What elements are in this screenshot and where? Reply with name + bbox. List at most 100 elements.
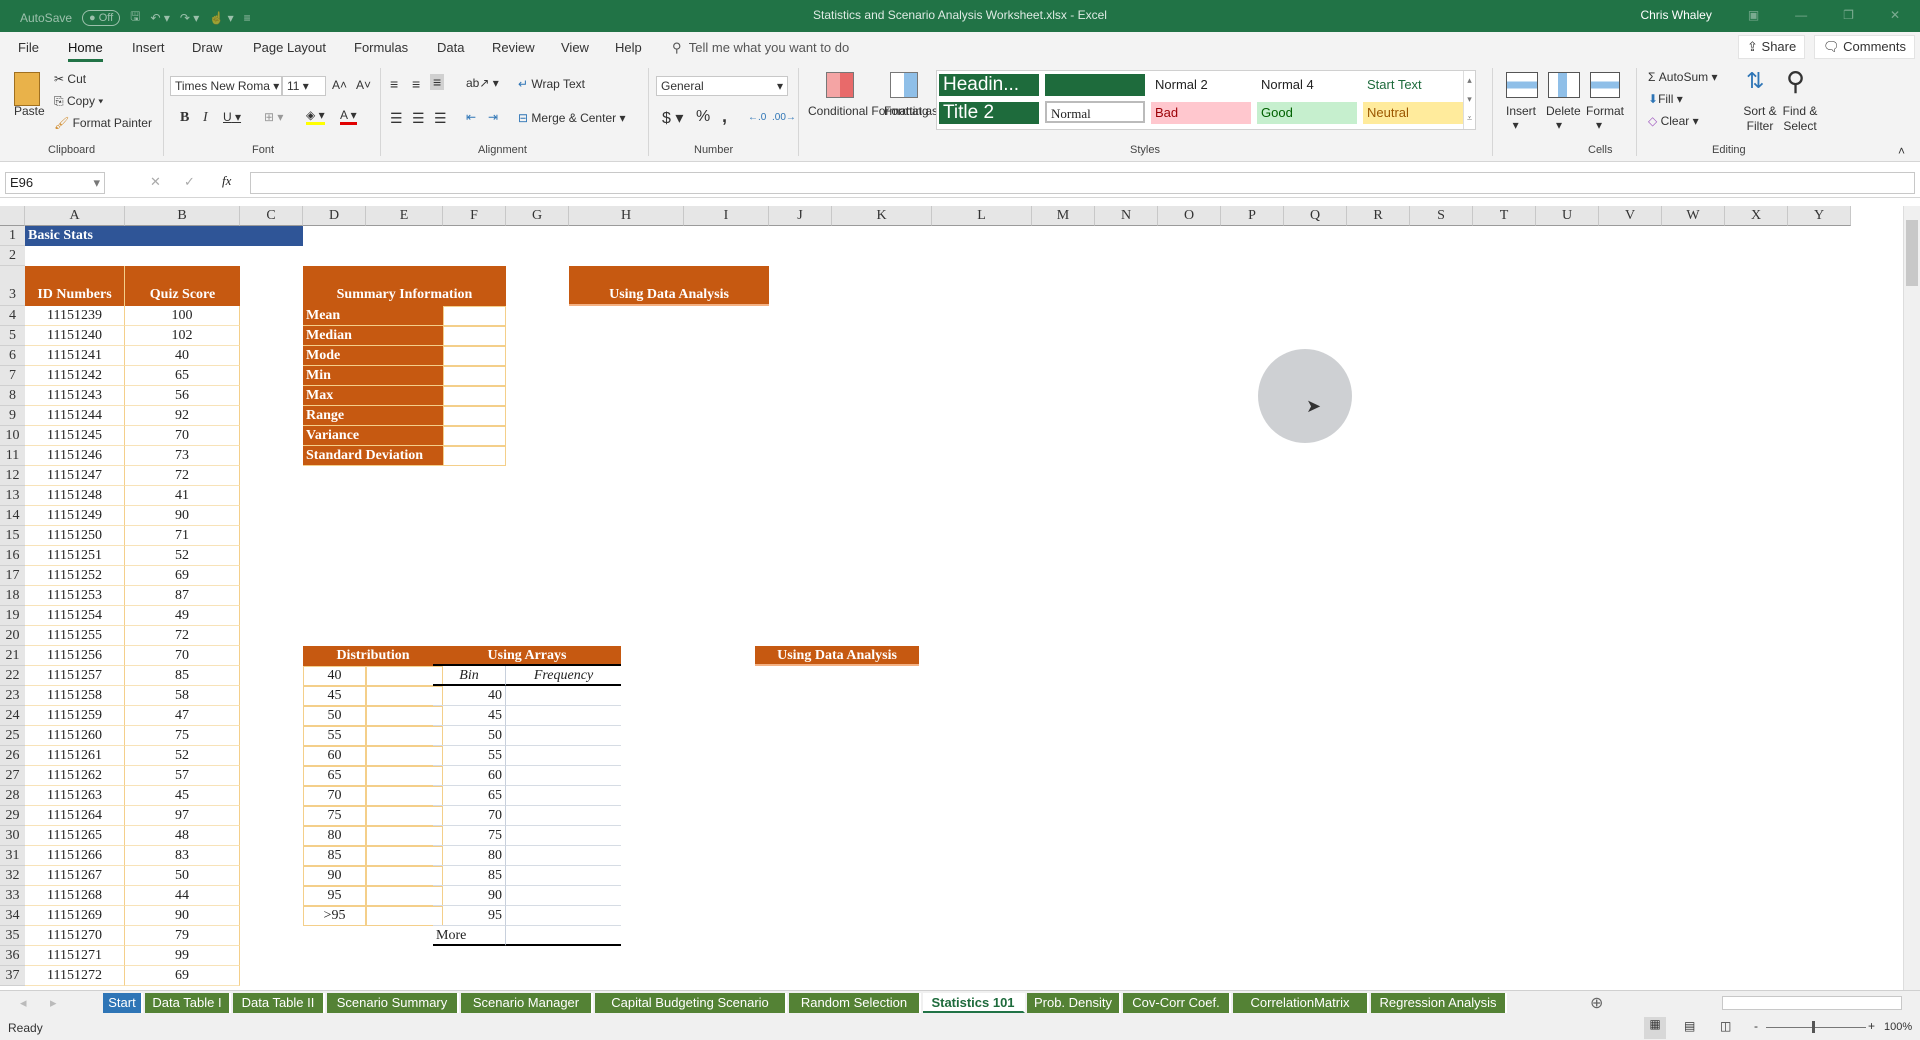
distribution-count-cell[interactable] [366,846,443,866]
id-number-cell[interactable]: 11151254 [25,606,125,626]
row-header[interactable]: 3 [0,266,25,306]
minimize-icon[interactable]: — [1795,8,1807,22]
menu-home[interactable]: Home [68,40,103,62]
wrap-text-button[interactable]: ↵ Wrap Text [518,77,585,91]
menu-review[interactable]: Review [492,40,535,55]
sheet-tab[interactable]: Prob. Density [1027,993,1121,1013]
arrays-bin-cell[interactable]: 45 [433,706,506,726]
id-number-cell[interactable]: 11151250 [25,526,125,546]
id-number-cell[interactable]: 11151251 [25,546,125,566]
summary-value-cell[interactable] [443,446,506,466]
arrays-frequency-cell[interactable] [506,766,621,786]
increase-indent-icon[interactable]: ⇥ [488,110,498,124]
arrays-bin-cell[interactable]: 65 [433,786,506,806]
column-header[interactable]: C [240,206,303,226]
menu-insert[interactable]: Insert [132,40,165,55]
sheet-tab[interactable]: CorrelationMatrix [1233,993,1369,1013]
id-number-cell[interactable]: 11151248 [25,486,125,506]
quiz-score-cell[interactable]: 71 [125,526,240,546]
row-header[interactable]: 12 [0,466,25,486]
increase-font-icon[interactable]: A˄ [332,78,347,92]
column-header[interactable]: B [125,206,240,226]
row-header[interactable]: 1 [0,226,25,246]
zoom-slider[interactable] [1766,1027,1866,1028]
id-number-cell[interactable]: 11151249 [25,506,125,526]
id-number-cell[interactable]: 11151253 [25,586,125,606]
user-name[interactable]: Chris Whaley [1640,8,1711,22]
arrays-bin-cell[interactable]: 80 [433,846,506,866]
id-number-cell[interactable]: 11151258 [25,686,125,706]
quiz-score-cell[interactable]: 41 [125,486,240,506]
quiz-score-cell[interactable]: 52 [125,746,240,766]
id-number-cell[interactable]: 11151255 [25,626,125,646]
arrays-bin-cell[interactable]: 70 [433,806,506,826]
menu-draw[interactable]: Draw [192,40,222,55]
style-heading[interactable]: Headin... [939,74,1039,96]
row-header[interactable]: 28 [0,786,25,806]
column-header[interactable]: R [1347,206,1410,226]
column-header[interactable]: K [832,206,932,226]
id-number-cell[interactable]: 11151246 [25,446,125,466]
row-header[interactable]: 32 [0,866,25,886]
id-number-cell[interactable]: 11151262 [25,766,125,786]
formula-input[interactable] [250,172,1915,194]
ribbon-display-icon[interactable]: ▣ [1748,8,1759,22]
column-header[interactable]: Q [1284,206,1347,226]
arrays-frequency-cell[interactable] [506,866,621,886]
style-bad[interactable]: Bad [1151,102,1251,124]
quiz-score-cell[interactable]: 75 [125,726,240,746]
quiz-score-cell[interactable]: 65 [125,366,240,386]
column-header[interactable]: L [932,206,1032,226]
quiz-score-cell[interactable]: 47 [125,706,240,726]
summary-value-cell[interactable] [443,306,506,326]
column-header[interactable]: A [25,206,125,226]
id-number-cell[interactable]: 11151242 [25,366,125,386]
tell-me-search[interactable]: ⚲ Tell me what you want to do [672,40,849,56]
decrease-indent-icon[interactable]: ⇤ [466,110,476,124]
number-format-select[interactable]: General ▾ [656,76,788,96]
id-number-cell[interactable]: 11151271 [25,946,125,966]
quiz-score-cell[interactable]: 99 [125,946,240,966]
fill-button[interactable]: ⬇Fill ▾ [1648,92,1683,106]
arrays-bin-cell[interactable]: 95 [433,906,506,926]
enter-icon[interactable]: ✓ [184,174,195,190]
row-header[interactable]: 23 [0,686,25,706]
quiz-score-cell[interactable]: 90 [125,906,240,926]
id-number-cell[interactable]: 11151272 [25,966,125,986]
insert-cells-button[interactable]: Insert ▾ [1506,104,1536,132]
arrays-frequency-cell[interactable] [506,826,621,846]
quiz-score-cell[interactable]: 50 [125,866,240,886]
arrays-frequency-cell[interactable] [506,706,621,726]
sort-filter-button[interactable]: Sort & Filter [1740,104,1780,134]
distribution-bin-cell[interactable]: 95 [303,886,366,906]
distribution-count-cell[interactable] [366,806,443,826]
quiz-score-cell[interactable]: 52 [125,546,240,566]
column-header[interactable]: V [1599,206,1662,226]
row-header[interactable]: 29 [0,806,25,826]
row-header[interactable]: 27 [0,766,25,786]
menu-page-layout[interactable]: Page Layout [253,40,326,55]
column-header[interactable]: H [569,206,684,226]
style-normal-2[interactable]: Normal 2 [1151,74,1251,96]
id-number-cell[interactable]: 11151269 [25,906,125,926]
sheet-tab[interactable]: Data Table I [145,993,231,1013]
quiz-score-cell[interactable]: 58 [125,686,240,706]
summary-value-cell[interactable] [443,326,506,346]
underline-button[interactable]: U ▾ [223,110,241,124]
increase-decimal-icon[interactable]: ←.0 [748,112,766,123]
id-number-cell[interactable]: 11151247 [25,466,125,486]
quiz-score-cell[interactable]: 87 [125,586,240,606]
summary-value-cell[interactable] [443,406,506,426]
percent-button[interactable]: % [696,108,710,126]
id-number-cell[interactable]: 11151257 [25,666,125,686]
summary-value-cell[interactable] [443,386,506,406]
arrays-frequency-cell[interactable] [506,846,621,866]
arrays-bin-cell[interactable]: 85 [433,866,506,886]
quiz-score-cell[interactable]: 72 [125,466,240,486]
row-header[interactable]: 25 [0,726,25,746]
close-icon[interactable]: ✕ [1890,8,1900,22]
new-sheet-icon[interactable]: ⊕ [1590,993,1603,1013]
distribution-count-cell[interactable] [366,766,443,786]
quiz-score-cell[interactable]: 57 [125,766,240,786]
row-header[interactable]: 2 [0,246,25,266]
